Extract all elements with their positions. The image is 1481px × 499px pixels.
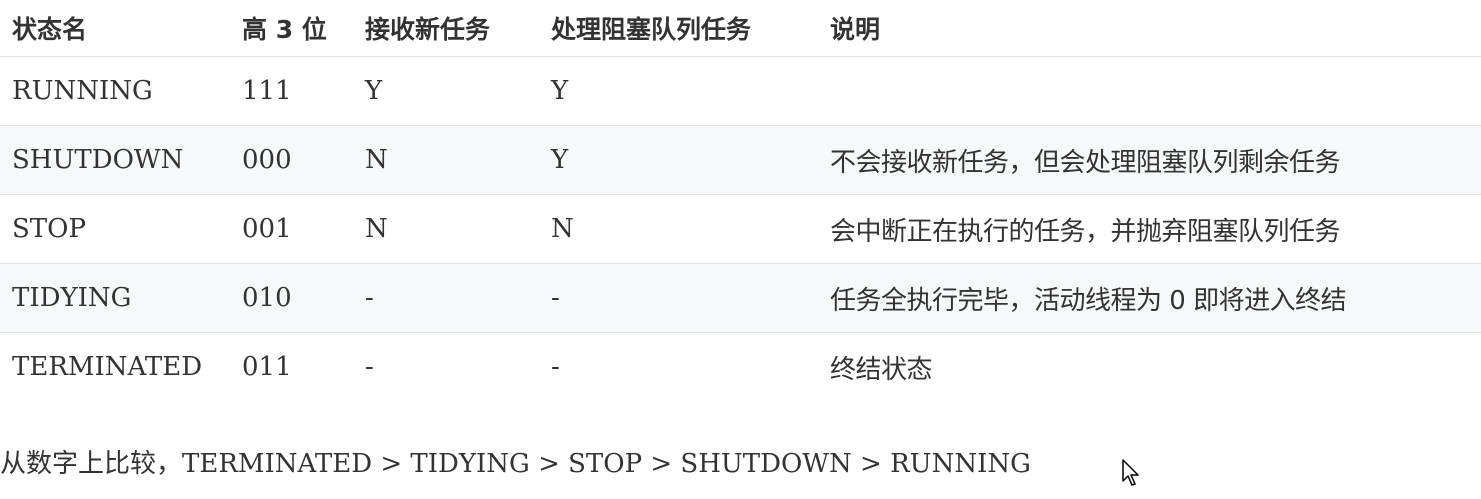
table-row: TIDYING 010 - - 任务全执行完毕，活动线程为 0 即将进入终结 (0, 263, 1481, 333)
high-bits-cell: 000 (230, 125, 353, 195)
high-bits-cell: 011 (242, 352, 292, 382)
state-name-cell: TIDYING (0, 263, 230, 333)
high-bits-cell: 001 (230, 194, 353, 264)
state-comparison-text: 从数字上比较，TERMINATED > TIDYING > STOP > SHU… (0, 443, 1031, 480)
comparison-order: TERMINATED > TIDYING > STOP > SHUTDOWN >… (182, 449, 1031, 479)
header-state-name: 状态名 (0, 0, 230, 57)
mouse-pointer-icon (1122, 459, 1139, 486)
accept-cell: - (365, 352, 374, 382)
header-description: 说明 (818, 0, 1481, 57)
accept-cell: - (353, 263, 539, 333)
description-cell: 会中断正在执行的任务，并抛弃阻塞队列任务 (818, 194, 1481, 264)
state-name-cell: RUNNING (0, 56, 230, 126)
state-name-cell: SHUTDOWN (0, 125, 230, 195)
state-name-cell: TERMINATED (12, 352, 203, 382)
header-accept-new-tasks: 接收新任务 (353, 0, 539, 57)
process-cell: Y (539, 125, 818, 195)
description-cell: 任务全执行完毕，活动线程为 0 即将进入终结 (818, 263, 1481, 333)
description-cell: 终结状态 (830, 354, 933, 385)
accept-cell: Y (353, 56, 539, 126)
description-cell (818, 56, 1481, 126)
table-header-row: 状态名 高 3 位 接收新任务 处理阻塞队列任务 说明 (0, 0, 1481, 57)
thread-pool-state-table: 状态名 高 3 位 接收新任务 处理阻塞队列任务 说明 RUNNING 111 … (0, 0, 1481, 401)
process-cell: - (539, 263, 818, 333)
process-cell: Y (539, 56, 818, 126)
accept-cell: N (353, 194, 539, 264)
accept-cell: N (353, 125, 539, 195)
high-bits-cell: 010 (230, 263, 353, 333)
table-row: TERMINATED 011 - - 终结状态 (0, 333, 1481, 402)
table-row: STOP 001 N N 会中断正在执行的任务，并抛弃阻塞队列任务 (0, 194, 1481, 264)
header-high-bits: 高 3 位 (230, 0, 353, 57)
description-cell: 不会接收新任务，但会处理阻塞队列剩余任务 (818, 125, 1481, 195)
table-row: RUNNING 111 Y Y (0, 56, 1481, 126)
process-cell: - (551, 352, 560, 382)
header-process-queue-tasks: 处理阻塞队列任务 (539, 0, 818, 57)
table-row: SHUTDOWN 000 N Y 不会接收新任务，但会处理阻塞队列剩余任务 (0, 125, 1481, 195)
comparison-prefix: 从数字上比较， (0, 449, 183, 479)
process-cell: N (539, 194, 818, 264)
state-name-cell: STOP (0, 194, 230, 264)
high-bits-cell: 111 (230, 56, 353, 126)
